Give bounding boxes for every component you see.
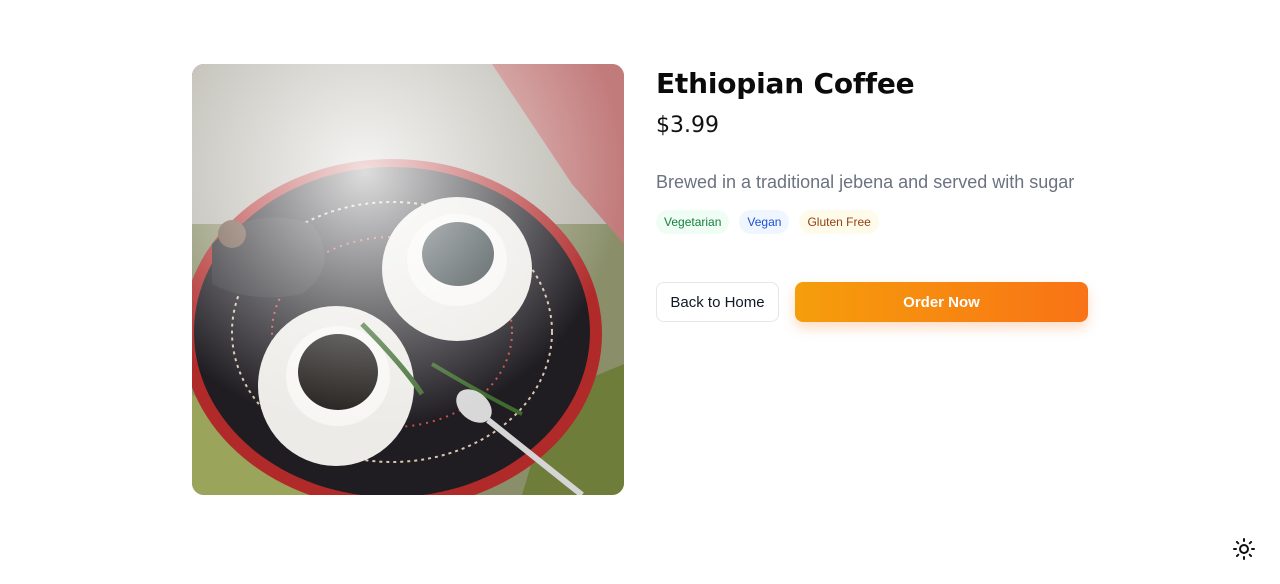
product-price: $3.99 bbox=[656, 113, 719, 138]
product-image bbox=[192, 64, 624, 495]
tag-gluten-free: Gluten Free bbox=[799, 210, 879, 234]
order-now-button[interactable]: Order Now bbox=[795, 282, 1088, 322]
sun-icon bbox=[1233, 538, 1255, 560]
product-description: Brewed in a traditional jebena and serve… bbox=[656, 172, 1075, 192]
coffee-ceremony-photo bbox=[192, 64, 624, 495]
product-title: Ethiopian Coffee bbox=[656, 67, 915, 100]
theme-toggle-button[interactable] bbox=[1232, 537, 1256, 561]
tag-vegetarian: Vegetarian bbox=[656, 210, 730, 234]
action-buttons: Back to Home Order Now bbox=[656, 282, 1096, 322]
tag-vegan: Vegan bbox=[739, 210, 790, 234]
back-to-home-button[interactable]: Back to Home bbox=[656, 282, 779, 322]
dietary-tags: Vegetarian Vegan Gluten Free bbox=[656, 210, 1096, 234]
product-details: Ethiopian Coffee $3.99 Brewed in a tradi… bbox=[656, 64, 1096, 322]
